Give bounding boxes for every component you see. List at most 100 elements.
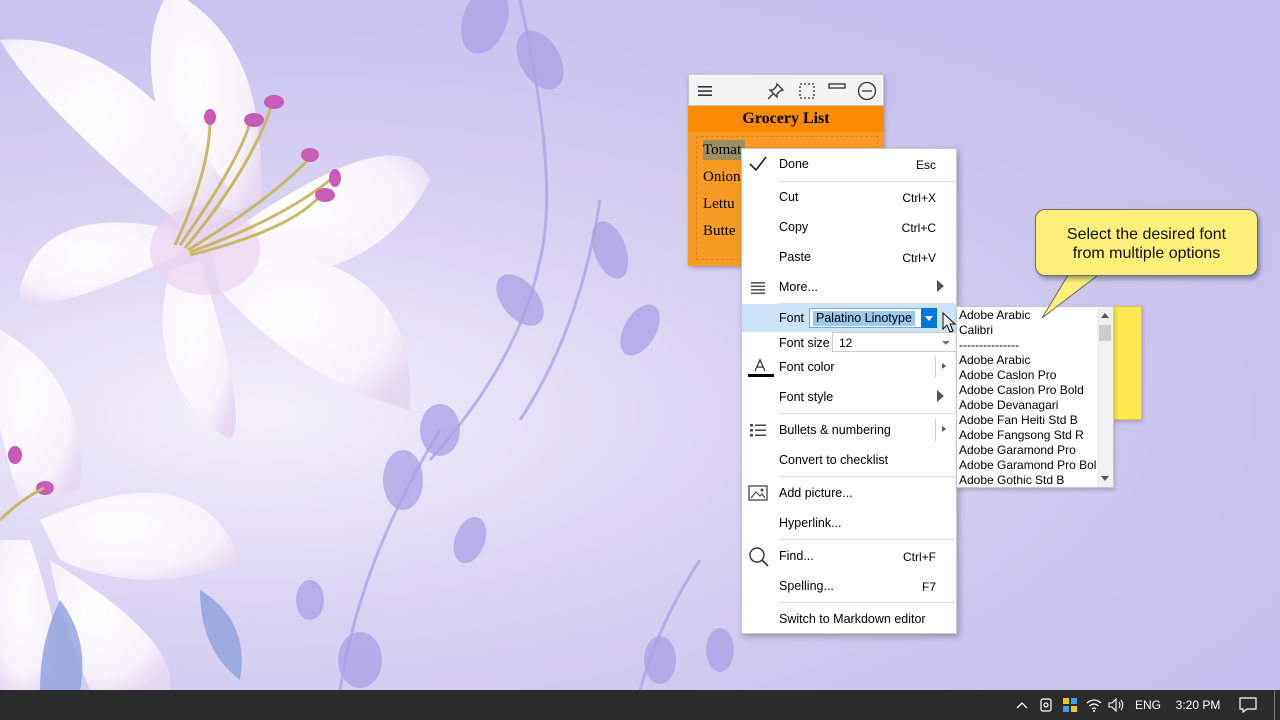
notification-icon[interactable] <box>1236 690 1260 720</box>
menu-item-paste[interactable]: Paste Ctrl+V <box>742 243 956 271</box>
split-divider <box>935 356 936 378</box>
callout-line: Select the desired font <box>1066 226 1227 243</box>
clock[interactable]: 3:20 PM <box>1168 690 1228 720</box>
note-toolbar <box>688 74 884 106</box>
note-line[interactable]: Butte <box>703 221 736 241</box>
font-option[interactable]: Adobe Arabic <box>959 353 1097 368</box>
chevron-down-icon[interactable] <box>942 341 950 345</box>
search-icon <box>748 546 769 567</box>
menu-item-markdown-editor[interactable]: Switch to Markdown editor <box>742 605 956 633</box>
menu-item-label: Convert to checklist <box>779 453 889 467</box>
font-size-combobox[interactable]: 12 <box>832 332 956 352</box>
menu-icon[interactable] <box>695 81 715 101</box>
bullets-icon <box>748 420 768 440</box>
list-icon <box>748 277 768 297</box>
wifi-icon[interactable] <box>1084 690 1104 720</box>
submenu-arrow-icon <box>937 280 944 292</box>
menu-item-shortcut: Ctrl+X <box>902 191 936 205</box>
menu-item-add-picture[interactable]: Add picture... <box>742 479 956 507</box>
font-list-separator: --------------- <box>959 338 1019 352</box>
scroll-down-icon[interactable] <box>1101 476 1109 481</box>
font-option[interactable]: Adobe Caslon Pro <box>959 368 1097 383</box>
font-dropdown-button[interactable] <box>921 308 937 328</box>
picture-icon <box>748 483 768 503</box>
font-combobox[interactable]: Palatino Linotype <box>809 308 937 328</box>
minimize-icon[interactable] <box>857 81 877 101</box>
font-combobox-value[interactable]: Palatino Linotype <box>813 311 915 326</box>
menu-item-copy[interactable]: Copy Ctrl+C <box>742 213 956 241</box>
menu-item-font[interactable]: Font Palatino Linotype <box>742 304 956 332</box>
note-line[interactable]: Tomat <box>703 140 746 160</box>
menu-item-more[interactable]: More... <box>742 273 956 301</box>
font-option[interactable]: Calibri <box>959 323 1097 338</box>
menu-item-label: Font <box>779 311 805 325</box>
menu-item-label: Done <box>779 157 809 171</box>
menu-item-label: Find... <box>779 549 814 563</box>
callout-tail <box>1041 272 1104 319</box>
font-option[interactable]: Adobe Garamond Pro <box>959 443 1097 458</box>
menu-item-label: Cut <box>779 190 799 204</box>
note-line[interactable]: Lettu <box>703 194 735 214</box>
submenu-arrow-icon[interactable] <box>942 363 946 369</box>
menu-item-done[interactable]: Done Esc <box>742 150 956 178</box>
note-title: Grocery List <box>688 106 884 132</box>
menu-item-convert-checklist[interactable]: Convert to checklist <box>742 446 956 474</box>
scrollbar-thumb[interactable] <box>1099 325 1111 341</box>
select-icon[interactable] <box>797 81 817 101</box>
menu-item-label: Bullets & numbering <box>779 423 891 437</box>
menu-item-label: Spelling... <box>779 579 834 593</box>
menu-separator <box>779 181 955 182</box>
menu-item-label: Copy <box>779 220 809 234</box>
font-color-icon <box>748 357 774 377</box>
volume-icon[interactable] <box>1106 690 1128 720</box>
pin-icon[interactable] <box>766 81 786 101</box>
font-option[interactable]: Adobe Fan Heiti Std B <box>959 413 1097 428</box>
chevron-up-icon[interactable] <box>1012 690 1032 720</box>
menu-item-shortcut: F7 <box>921 580 936 594</box>
menu-item-bullets[interactable]: Bullets & numbering <box>742 416 956 444</box>
font-option[interactable]: Adobe Devanagari <box>959 398 1097 413</box>
font-option[interactable]: Adobe Gothic Std B <box>959 473 1097 487</box>
menu-item-cut[interactable]: Cut Ctrl+X <box>742 183 956 211</box>
taskbar: ENG 3:20 PM <box>0 690 1280 720</box>
font-list-scrollbar[interactable] <box>1097 307 1113 487</box>
yellow-sticky-note[interactable] <box>1110 306 1142 420</box>
menu-item-label: Font color <box>779 360 835 374</box>
font-dropdown-list[interactable]: Adobe Arabic Calibri --------------- Ado… <box>956 306 1114 488</box>
font-option[interactable]: Adobe Garamond Pro Bold <box>959 458 1097 473</box>
menu-item-hyperlink[interactable]: Hyperlink... <box>742 509 956 537</box>
menu-item-shortcut: Esc <box>915 158 936 172</box>
font-size-value[interactable]: 12 <box>839 336 852 350</box>
menu-separator <box>779 539 955 540</box>
submenu-arrow-icon <box>937 390 944 402</box>
context-menu: Done Esc Cut Ctrl+X Copy Ctrl+C Paste Ct… <box>741 148 957 634</box>
submenu-arrow-icon[interactable] <box>942 426 946 432</box>
mouse-cursor-icon <box>942 312 956 333</box>
menu-item-label: Paste <box>779 250 811 264</box>
tutorial-callout: Select the desired font from multiple op… <box>1035 209 1258 276</box>
collapse-icon[interactable] <box>827 79 847 99</box>
menu-item-label: Hyperlink... <box>779 516 842 530</box>
split-divider <box>935 419 936 441</box>
menu-item-font-color[interactable]: Font color <box>742 353 956 381</box>
menu-item-spelling[interactable]: Spelling... F7 <box>742 572 956 600</box>
menu-item-shortcut: Ctrl+C <box>901 221 936 235</box>
font-option[interactable]: Adobe Caslon Pro Bold <box>959 383 1097 398</box>
app-tray-icon[interactable] <box>1060 690 1080 720</box>
show-desktop-button[interactable] <box>1274 690 1275 720</box>
menu-item-font-style[interactable]: Font style <box>742 383 956 411</box>
menu-item-find[interactable]: Find... Ctrl+F <box>742 542 956 570</box>
menu-separator <box>779 476 955 477</box>
menu-item-label: Switch to Markdown editor <box>779 612 926 626</box>
menu-item-label: More... <box>779 280 818 294</box>
menu-item-shortcut: Ctrl+V <box>902 251 936 265</box>
note-line[interactable]: Onion <box>703 167 741 187</box>
menu-separator <box>779 413 955 414</box>
meet-now-icon[interactable] <box>1036 690 1056 720</box>
language-indicator[interactable]: ENG <box>1132 690 1164 720</box>
font-option[interactable]: Adobe Fangsong Std R <box>959 428 1097 443</box>
menu-item-label: Font size <box>779 336 830 350</box>
menu-item-shortcut: Ctrl+F <box>903 550 936 564</box>
menu-item-label: Add picture... <box>779 486 853 500</box>
menu-separator <box>779 602 955 603</box>
